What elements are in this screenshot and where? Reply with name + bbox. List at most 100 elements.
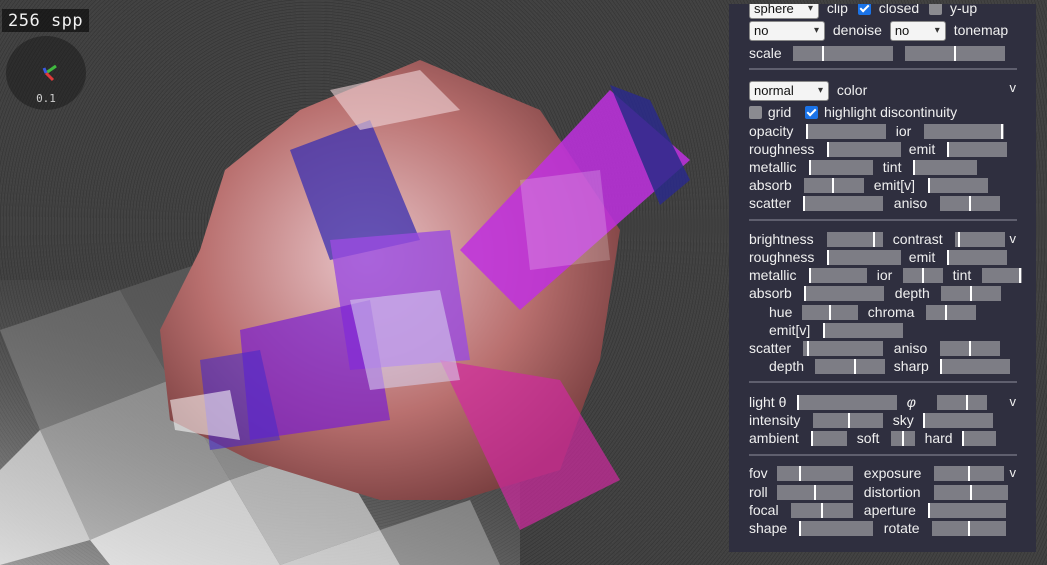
light-theta-label: light θ: [749, 394, 787, 410]
hard-label: hard: [924, 430, 953, 446]
divider: [749, 381, 1017, 383]
ior-slider[interactable]: [923, 124, 1004, 139]
camera-collapse-toggle[interactable]: v: [1010, 465, 1017, 480]
distortion-label: distortion: [863, 484, 921, 500]
light-phi-label: φ: [906, 394, 916, 410]
layer-ior-label: ior: [876, 267, 893, 283]
absorb-slider[interactable]: [803, 178, 864, 193]
hue-slider[interactable]: [801, 305, 858, 320]
roughness-slider[interactable]: [826, 142, 901, 157]
hard-slider[interactable]: [962, 431, 997, 446]
exposure-label: exposure: [863, 465, 922, 481]
scatter-slider[interactable]: [802, 196, 883, 211]
chroma-label: chroma: [867, 304, 915, 320]
scale-slider-a[interactable]: [792, 46, 893, 61]
rotate-label: rotate: [883, 520, 920, 536]
layer-scatter-slider[interactable]: [802, 341, 883, 356]
focal-label: focal: [749, 502, 779, 518]
light-collapse-toggle[interactable]: v: [1010, 394, 1017, 409]
tint-slider[interactable]: [912, 160, 977, 175]
closed-checkbox[interactable]: [857, 4, 871, 15]
intensity-label: intensity: [749, 412, 801, 428]
light-theta-slider[interactable]: [796, 395, 897, 410]
ambient-slider[interactable]: [810, 431, 847, 446]
divider: [749, 454, 1017, 456]
layer-depth-slider[interactable]: [940, 286, 1001, 301]
emitv-slider[interactable]: [927, 178, 988, 193]
emit-label: emit: [908, 141, 936, 157]
layer-metallic-slider[interactable]: [808, 268, 867, 283]
mode-select[interactable]: no ▾: [749, 21, 825, 41]
chroma-slider[interactable]: [925, 305, 976, 320]
absorb-label: absorb: [749, 177, 792, 193]
gizmo-scale-label: 0.1: [36, 92, 56, 105]
closed-label: closed: [878, 4, 920, 16]
layer-ior-slider[interactable]: [902, 268, 943, 283]
soft-label: soft: [856, 430, 880, 446]
divider: [749, 219, 1017, 221]
sharp-slider[interactable]: [939, 359, 1010, 374]
grid-label: grid: [767, 104, 792, 120]
shape-select[interactable]: sphere ▾: [749, 4, 819, 19]
layer-emit-label: emit: [908, 249, 936, 265]
yup-checkbox[interactable]: [929, 4, 943, 15]
denoise-label: denoise: [832, 22, 882, 38]
emitv-label: emit[v]: [873, 177, 916, 193]
grid-checkbox[interactable]: [749, 106, 762, 119]
sky-slider[interactable]: [922, 413, 993, 428]
shape-label: shape: [749, 520, 788, 536]
metallic-label: metallic: [749, 159, 797, 175]
layer-roughness-slider[interactable]: [826, 250, 901, 265]
tint-label: tint: [882, 159, 902, 175]
roll-slider[interactable]: [776, 485, 853, 500]
axis-gizmo[interactable]: 0.1: [6, 36, 86, 110]
color-label: color: [836, 82, 868, 98]
metallic-slider[interactable]: [808, 160, 873, 175]
rotate-slider[interactable]: [931, 521, 1006, 536]
contrast-slider[interactable]: [954, 232, 1005, 247]
sky-label: sky: [892, 412, 914, 428]
divider: [749, 68, 1017, 70]
contrast-label: contrast: [892, 231, 943, 247]
highlight-discontinuity-checkbox[interactable]: [805, 106, 819, 119]
brightness-label: brightness: [749, 231, 814, 247]
exposure-slider[interactable]: [933, 466, 1004, 481]
layer-tint-slider[interactable]: [982, 268, 1023, 283]
opacity-slider[interactable]: [805, 124, 886, 139]
layer-collapse-toggle[interactable]: v: [1010, 231, 1017, 246]
opacity-label: opacity: [749, 123, 794, 139]
emit-slider[interactable]: [946, 142, 1007, 157]
control-panel: sphere ▾ clip closed y-up no ▾ denoise no ▾…: [729, 4, 1036, 552]
ambient-label: ambient: [749, 430, 799, 446]
layer-emitv-slider[interactable]: [822, 323, 903, 338]
layer-roughness-label: roughness: [749, 249, 815, 265]
layer-tint-label: tint: [952, 267, 972, 283]
layer-absorb-label: absorb: [749, 285, 792, 301]
scale-slider-b[interactable]: [904, 46, 1005, 61]
aniso-slider[interactable]: [939, 196, 1000, 211]
aperture-slider[interactable]: [927, 503, 1006, 518]
clip-label: clip: [826, 4, 848, 16]
layer-depth2-slider[interactable]: [814, 359, 885, 374]
tonemap-label: tonemap: [953, 22, 1009, 38]
view-select[interactable]: normal ▾: [749, 81, 829, 101]
layer-aniso-slider[interactable]: [939, 341, 1000, 356]
layer-absorb-slider[interactable]: [803, 286, 884, 301]
fov-slider[interactable]: [776, 466, 853, 481]
soft-slider[interactable]: [890, 431, 915, 446]
distortion-slider[interactable]: [933, 485, 1008, 500]
shape-slider[interactable]: [798, 521, 873, 536]
intensity-slider[interactable]: [812, 413, 883, 428]
aperture-label: aperture: [863, 502, 916, 518]
material-collapse-toggle[interactable]: v: [1010, 80, 1017, 95]
samples-counter: 256 spp: [2, 9, 90, 32]
focal-slider[interactable]: [790, 503, 853, 518]
yup-label: y-up: [949, 4, 978, 16]
light-phi-slider[interactable]: [936, 395, 987, 410]
brightness-slider[interactable]: [826, 232, 883, 247]
denoise-select[interactable]: no ▾: [889, 21, 946, 41]
layer-scatter-label: scatter: [749, 340, 792, 356]
layer-emit-slider[interactable]: [946, 250, 1007, 265]
highlight-discontinuity-label: highlight discontinuity: [824, 104, 958, 120]
roll-label: roll: [749, 484, 768, 500]
